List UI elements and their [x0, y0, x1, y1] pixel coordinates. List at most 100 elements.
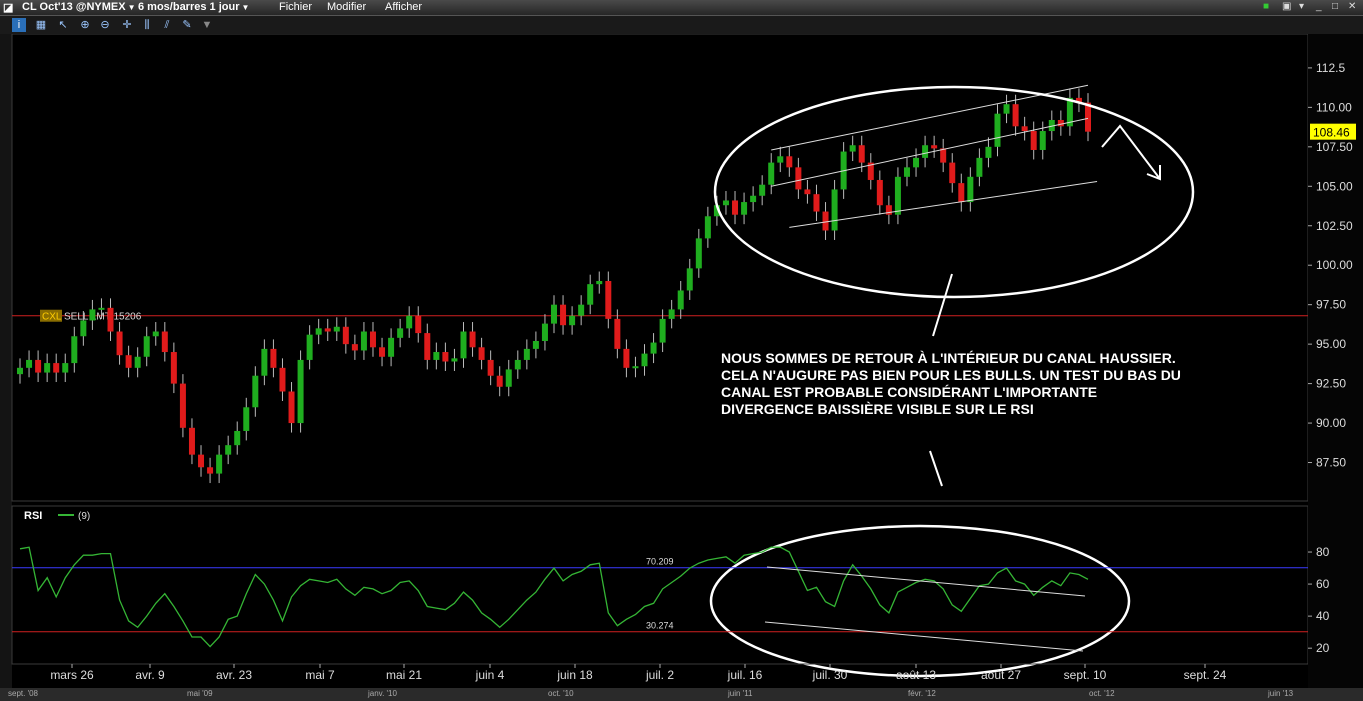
- candle-body: [315, 328, 322, 335]
- tools-icon[interactable]: ✎: [180, 18, 194, 32]
- x-tick-label: mars 26: [50, 668, 94, 682]
- candle-body: [35, 359, 42, 373]
- candle-body: [894, 176, 901, 215]
- navigator-date-label: janv. '10: [368, 689, 397, 698]
- candle-body: [786, 156, 793, 168]
- x-tick-label: avr. 23: [216, 668, 252, 682]
- info-icon[interactable]: i: [12, 18, 26, 32]
- cursor-icon[interactable]: ↖: [56, 18, 70, 32]
- candle-body: [270, 348, 277, 368]
- minimize-icon[interactable]: ▾: [1299, 1, 1304, 12]
- candle-body: [487, 359, 494, 376]
- candle-body: [44, 363, 51, 373]
- candle-body: [741, 202, 748, 215]
- zoom-out-icon[interactable]: ⊖: [98, 18, 112, 32]
- menu-modifier[interactable]: Modifier: [327, 1, 366, 13]
- settings-icon[interactable]: ▣: [1282, 1, 1291, 12]
- candle-body: [306, 334, 313, 360]
- price-highlight-ellipse: [713, 85, 1195, 299]
- candle-body: [722, 200, 729, 206]
- candle-body: [931, 145, 938, 149]
- candle-body: [831, 189, 838, 231]
- x-tick-label: juil. 2: [645, 668, 674, 682]
- x-tick-label: avr. 9: [135, 668, 165, 682]
- channel-middle-line: [771, 117, 1089, 187]
- candle-body: [532, 340, 539, 349]
- minimize-window-icon[interactable]: _: [1316, 1, 1322, 12]
- navigator-date-label: oct. '10: [548, 689, 574, 698]
- x-tick-label: mai 21: [386, 668, 422, 682]
- price-y-tick-label: 112.5: [1316, 61, 1345, 75]
- candle-body: [288, 391, 295, 424]
- candle-body: [795, 167, 802, 190]
- app-logo-icon: ◪: [3, 2, 14, 14]
- rsi-panel-frame: [11, 505, 1309, 665]
- navigator-date-label: mai '09: [187, 689, 213, 698]
- grid-icon[interactable]: ▦: [34, 18, 48, 32]
- candle-body: [659, 318, 666, 343]
- pointer-line-bottom: [929, 450, 943, 487]
- candle-body: [913, 157, 920, 168]
- candle-body: [849, 145, 856, 152]
- bar-type-icon[interactable]: ⫼: [140, 18, 154, 32]
- navigator-date-label: juin '13: [1268, 689, 1294, 698]
- crosshair-icon[interactable]: ✛: [120, 18, 134, 32]
- candle-body: [587, 284, 594, 305]
- price-panel-frame: [11, 34, 1309, 502]
- order-cancel-label: CXL: [42, 312, 62, 323]
- x-tick-label: juin 18: [556, 668, 593, 682]
- candle-body: [750, 195, 757, 203]
- candle-body: [1030, 131, 1037, 150]
- candle-body: [406, 315, 413, 329]
- price-y-tick-label: 90.00: [1316, 416, 1346, 430]
- navigator-date-label: sept. '08: [8, 689, 38, 698]
- green-square-icon[interactable]: ■: [1263, 1, 1269, 12]
- chevron-down-icon: ▼: [241, 3, 250, 12]
- candle-body: [949, 162, 956, 184]
- history-navigator[interactable]: sept. '08 mai '09 janv. '10 oct. '10 juin '1…: [0, 688, 1363, 701]
- indicator-icon[interactable]: ⫽: [160, 18, 174, 32]
- rsi-y-tick-label: 20: [1316, 641, 1330, 655]
- price-y-tick-label: 102.50: [1316, 219, 1353, 233]
- candle-body: [234, 430, 241, 446]
- navigator-date-label: oct. '12: [1089, 689, 1115, 698]
- menu-fichier[interactable]: Fichier: [279, 1, 312, 13]
- candle-body: [442, 352, 449, 362]
- candle-body: [179, 383, 186, 428]
- navigator-date-label: févr. '12: [908, 689, 936, 698]
- candle-body: [1085, 102, 1091, 132]
- candle-body: [967, 176, 974, 203]
- zoom-in-icon[interactable]: ⊕: [78, 18, 92, 32]
- candle-body: [994, 113, 1001, 147]
- candle-body: [686, 268, 693, 291]
- candle-body: [433, 352, 440, 360]
- candle-body: [813, 194, 820, 212]
- candle-body: [243, 407, 250, 431]
- candle-body: [578, 304, 585, 316]
- candle-body: [207, 467, 214, 474]
- menu-afficher[interactable]: Afficher: [385, 1, 422, 13]
- candle-body: [732, 200, 739, 215]
- price-y-tick-label: 105.00: [1316, 179, 1353, 193]
- candle-body: [940, 148, 947, 163]
- candle-body: [496, 375, 503, 387]
- x-tick-label: juil. 16: [727, 668, 763, 682]
- candle-body: [523, 348, 530, 360]
- timeframe-selector[interactable]: 6 mos/barres 1 jour ▼: [138, 1, 249, 13]
- candle-body: [188, 427, 195, 455]
- close-icon[interactable]: ✕: [1348, 1, 1356, 12]
- candle-body: [541, 323, 548, 341]
- candle-body: [216, 454, 223, 474]
- x-tick-label: sept. 24: [1184, 668, 1227, 682]
- navigator-date-label: juin '11: [728, 689, 753, 698]
- candle-body: [469, 331, 476, 348]
- candle-body: [768, 162, 775, 185]
- chevron-down-icon[interactable]: ▼: [200, 18, 214, 32]
- price-y-tick-label: 97.50: [1316, 298, 1346, 312]
- maximize-icon[interactable]: □: [1332, 1, 1338, 12]
- symbol-selector[interactable]: CL Oct'13 @NYMEX ▼: [22, 1, 136, 13]
- price-y-tick-label: 110.00: [1316, 100, 1352, 114]
- candle-body: [297, 359, 304, 424]
- timeframe-label: 6 mos/barres 1 jour: [138, 1, 240, 13]
- candle-body: [460, 331, 467, 359]
